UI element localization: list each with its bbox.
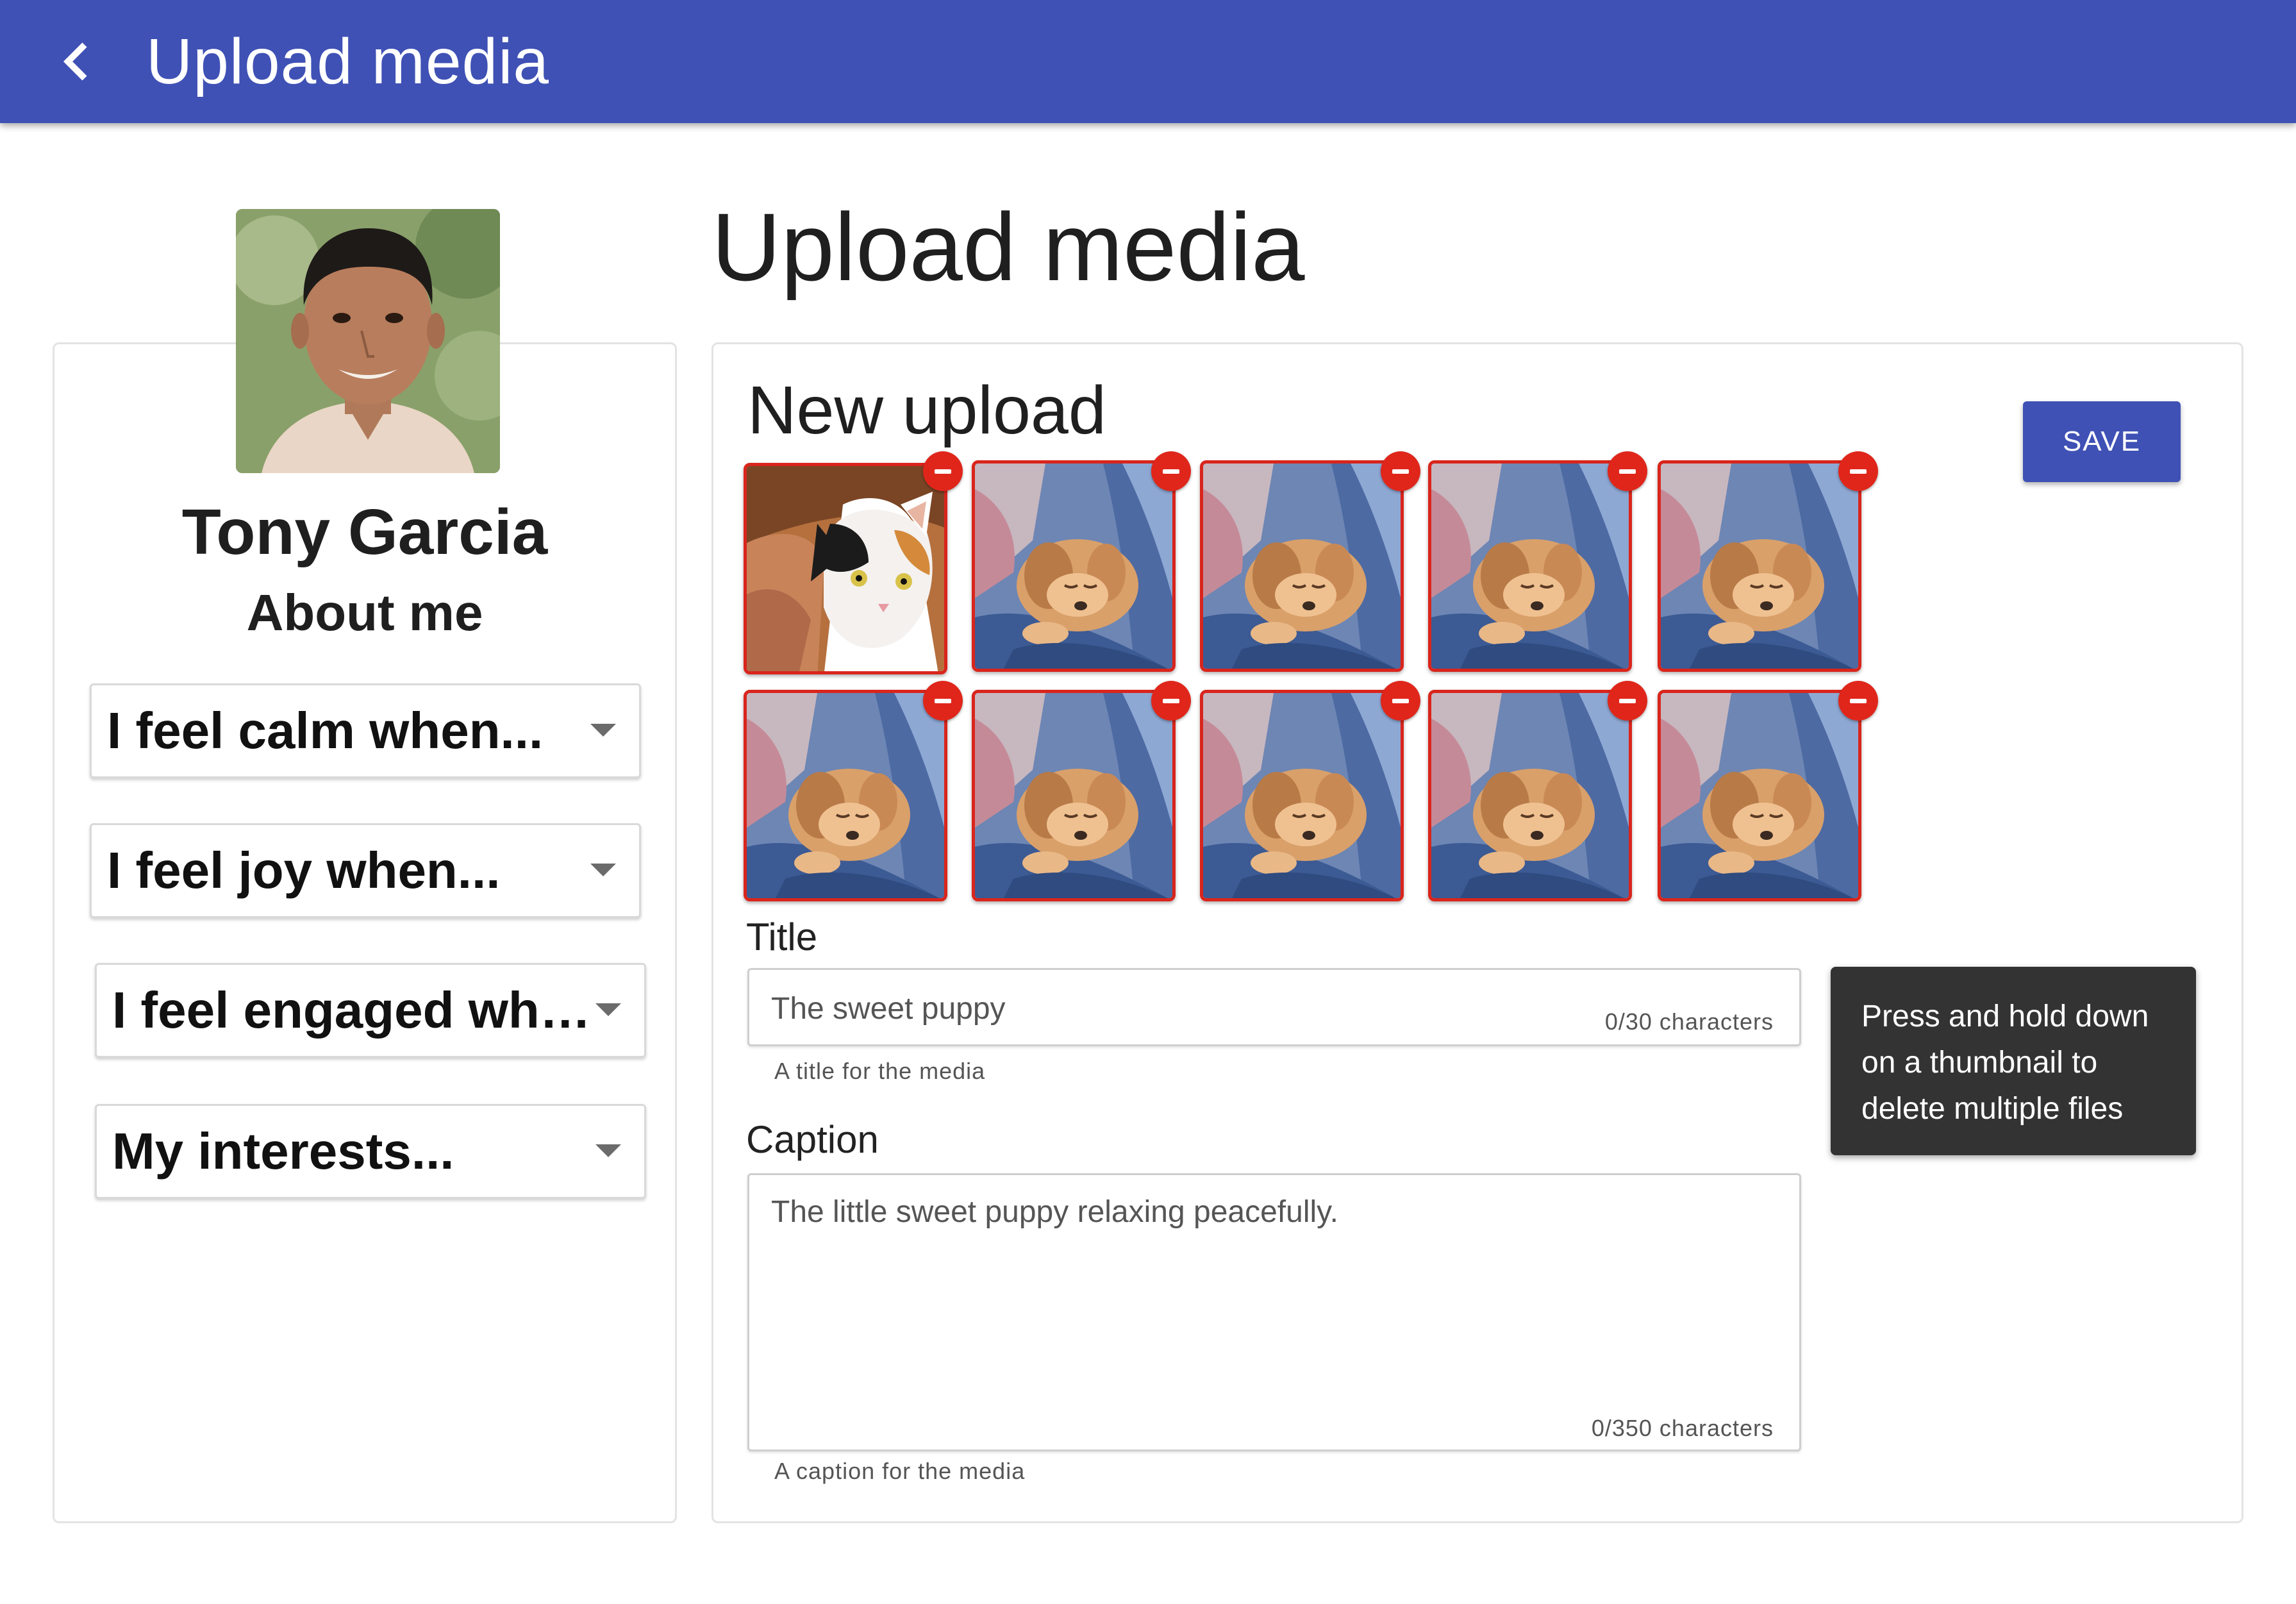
thumbnail[interactable] xyxy=(1428,690,1632,901)
remove-icon[interactable] xyxy=(923,681,963,721)
title-helper-text: A title for the media xyxy=(774,1058,986,1084)
title-counter: 0/30 characters xyxy=(1604,1008,1774,1035)
select-engaged-label: I feel engaged when... xyxy=(112,982,599,1039)
cat-photo xyxy=(747,466,947,674)
thumbnail[interactable] xyxy=(1200,460,1404,672)
tooltip: Press and hold down on a thumbnail to de… xyxy=(1831,967,2196,1155)
thumbnail[interactable] xyxy=(1658,460,1861,672)
puppy-photo xyxy=(1661,693,1861,901)
tooltip-line: delete multiple files xyxy=(1861,1092,2124,1126)
puppy-photo xyxy=(1203,464,1404,672)
remove-icon[interactable] xyxy=(1838,451,1878,491)
about-me-heading: About me xyxy=(246,584,483,641)
app-bar-title: Upload media xyxy=(146,26,550,97)
remove-icon[interactable] xyxy=(1151,451,1191,491)
select-calm[interactable]: I feel calm when... xyxy=(90,683,641,778)
app-bar: Upload media xyxy=(0,0,2296,123)
caption-label: Caption xyxy=(746,1118,879,1161)
puppy-photo xyxy=(975,464,1176,672)
remove-icon[interactable] xyxy=(1381,681,1420,721)
thumbnail[interactable] xyxy=(972,690,1176,901)
thumbnail[interactable] xyxy=(1428,460,1632,672)
dropdown-arrow-icon xyxy=(595,1144,621,1157)
remove-icon[interactable] xyxy=(1608,451,1647,491)
chevron-left-icon xyxy=(63,42,87,81)
select-interests[interactable]: My interests... xyxy=(95,1104,646,1199)
puppy-photo xyxy=(1431,693,1632,901)
dropdown-arrow-icon xyxy=(595,1003,621,1016)
thumbnail[interactable] xyxy=(744,463,947,674)
dropdown-arrow-icon xyxy=(590,864,616,876)
thumbnail[interactable] xyxy=(744,690,947,901)
thumbnail[interactable] xyxy=(972,460,1176,672)
profile-name: Tony Garcia xyxy=(181,496,548,568)
select-engaged[interactable]: I feel engaged when... xyxy=(95,963,646,1058)
remove-icon[interactable] xyxy=(1381,451,1420,491)
remove-icon[interactable] xyxy=(1838,681,1878,721)
title-input[interactable] xyxy=(771,989,1540,1028)
puppy-photo xyxy=(1203,693,1404,901)
select-joy-label: I feel joy when... xyxy=(107,842,501,899)
thumbnail[interactable] xyxy=(1658,690,1861,901)
save-button[interactable]: SAVE xyxy=(2023,401,2181,482)
puppy-photo xyxy=(1431,464,1632,672)
remove-icon[interactable] xyxy=(1151,681,1191,721)
remove-icon[interactable] xyxy=(1608,681,1647,721)
caption-input[interactable] xyxy=(771,1194,1771,1387)
select-calm-label: I feel calm when... xyxy=(107,702,544,759)
select-interests-label: My interests... xyxy=(112,1123,454,1180)
thumbnail[interactable] xyxy=(1200,690,1404,901)
title-field[interactable]: 0/30 characters xyxy=(747,968,1801,1046)
back-button[interactable] xyxy=(45,29,109,94)
avatar xyxy=(236,209,500,473)
tooltip-line: Press and hold down xyxy=(1861,999,2149,1033)
puppy-photo xyxy=(1661,464,1861,672)
tooltip-line: on a thumbnail to xyxy=(1861,1046,2098,1080)
caption-helper-text: A caption for the media xyxy=(774,1458,1026,1484)
dropdown-arrow-icon xyxy=(590,724,616,737)
remove-icon[interactable] xyxy=(923,451,963,491)
caption-field[interactable]: 0/350 characters xyxy=(747,1173,1801,1451)
puppy-photo xyxy=(975,693,1176,901)
title-label: Title xyxy=(746,915,818,958)
new-upload-heading: New upload xyxy=(747,372,1106,448)
puppy-photo xyxy=(747,693,947,901)
select-joy[interactable]: I feel joy when... xyxy=(90,823,641,918)
page-title: Upload media xyxy=(711,193,1305,301)
caption-counter: 0/350 characters xyxy=(1591,1415,1774,1441)
